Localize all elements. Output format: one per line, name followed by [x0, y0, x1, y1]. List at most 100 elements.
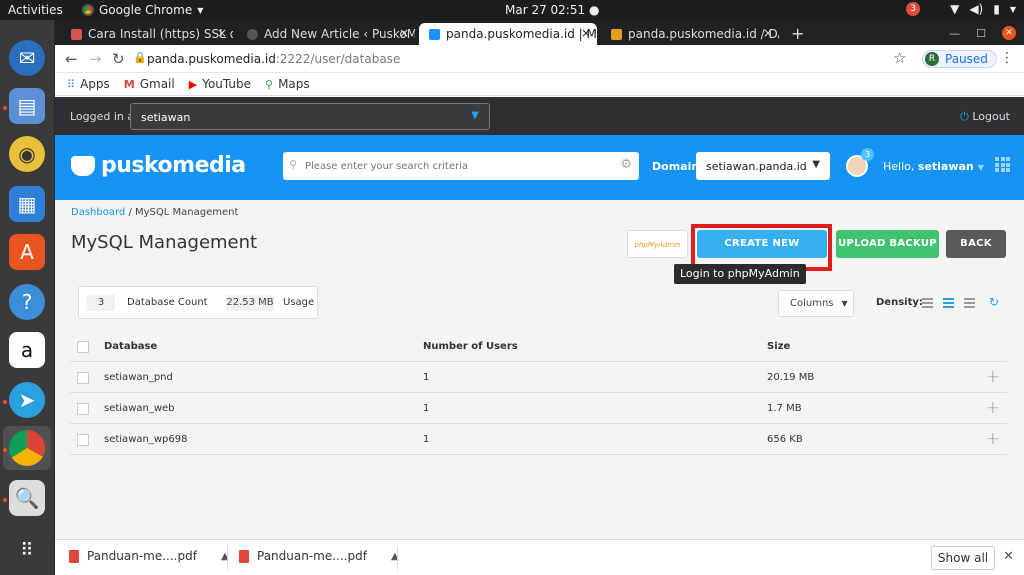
user-menu[interactable]: Hello, setiawan ▼ — [883, 160, 984, 173]
apps-grid-icon[interactable] — [995, 157, 1010, 172]
logout-button[interactable]: ⏻ Logout — [960, 110, 1010, 124]
table-row: setiawan_wp698 1 656 KB + — [70, 424, 1007, 455]
tab-4[interactable]: panda.puskomedia.id / DA × — [601, 23, 779, 45]
chrome-icon — [82, 4, 94, 16]
wifi-icon: ▼ — [950, 2, 960, 16]
web-page: Logged in as setiawan ▼ ⏻ Logout puskome… — [55, 97, 1024, 552]
maximize-icon[interactable]: ☐ — [976, 27, 986, 40]
column-header-users[interactable]: Number of Users — [423, 341, 518, 352]
minimize-icon[interactable]: — — [949, 27, 960, 40]
new-tab-button[interactable]: + — [791, 24, 804, 43]
bookmark-label: Maps — [278, 77, 310, 91]
thunderbird-icon[interactable]: ✉ — [9, 40, 45, 76]
running-indicator — [3, 106, 7, 110]
bookmark-star-icon[interactable]: ☆ — [893, 49, 906, 67]
files-icon[interactable]: ▤ — [9, 88, 45, 124]
downloads-bar: Panduan-me....pdf ▲ Panduan-me....pdf ▲ … — [55, 539, 1024, 575]
tab-title: Add New Article ‹ PuskoM — [264, 27, 415, 41]
reload-icon[interactable]: ↻ — [112, 50, 125, 68]
close-tab-icon[interactable]: × — [581, 26, 591, 40]
maps-icon: ⚲ — [265, 77, 274, 91]
close-tab-icon[interactable]: × — [763, 26, 773, 40]
select-all-checkbox[interactable] — [77, 341, 89, 353]
row-checkbox[interactable] — [77, 434, 89, 446]
back-arrow-icon[interactable]: ← — [65, 50, 78, 68]
bookmark-gmail[interactable]: M Gmail — [124, 77, 175, 91]
user-select[interactable]: setiawan ▼ — [130, 103, 490, 130]
download-item[interactable]: Panduan-me....pdf ▲ — [69, 549, 229, 563]
username: setiawan — [917, 160, 974, 173]
domain-label: Domain — [652, 160, 700, 173]
gear-icon[interactable]: ⚙ — [620, 157, 632, 172]
logout-label: Logout — [972, 110, 1010, 123]
notification-badge[interactable]: 3 — [906, 2, 921, 16]
help-icon[interactable]: ? — [9, 284, 45, 320]
amazon-icon[interactable]: a — [9, 332, 45, 368]
database-name[interactable]: setiawan_wp698 — [104, 434, 187, 445]
bookmark-youtube[interactable]: ▶ YouTube — [189, 77, 251, 91]
back-button[interactable]: BACK — [946, 230, 1006, 258]
database-table: Database Number of Users Size setiawan_p… — [70, 331, 1007, 455]
writer-icon[interactable]: ▦ — [9, 186, 45, 222]
breadcrumb-dashboard-link[interactable]: Dashboard — [71, 207, 125, 218]
logo[interactable]: puskomedia — [71, 153, 246, 178]
bookmark-apps[interactable]: ⠿ Apps — [67, 77, 110, 91]
database-name[interactable]: setiawan_web — [104, 403, 175, 414]
search-input[interactable] — [305, 152, 615, 180]
expand-plus-icon[interactable]: + — [986, 429, 1000, 449]
density-normal-icon[interactable] — [943, 298, 954, 308]
telegram-icon[interactable]: ➤ — [9, 382, 45, 418]
column-header-database[interactable]: Database — [104, 341, 157, 352]
hello-text: Hello, — [883, 160, 915, 173]
tab-3-active[interactable]: panda.puskomedia.id | My × — [419, 23, 597, 45]
download-filename: Panduan-me....pdf — [87, 549, 197, 563]
download-item[interactable]: Panduan-me....pdf ▲ — [239, 549, 399, 563]
clock[interactable]: Mar 27 02:51 ● — [505, 3, 599, 17]
chrome-icon[interactable] — [9, 430, 45, 466]
rhythmbox-icon[interactable]: ◉ — [9, 136, 45, 172]
columns-label: Columns — [790, 298, 834, 309]
row-checkbox[interactable] — [77, 372, 89, 384]
app-menu[interactable]: Google Chrome ▼ — [82, 3, 203, 17]
screenshot-icon[interactable]: 🔍 — [9, 480, 45, 516]
volume-icon: ◀) — [969, 2, 984, 16]
profile-button[interactable]: R Paused — [922, 50, 997, 68]
database-name[interactable]: setiawan_pnd — [104, 372, 173, 383]
table-row: setiawan_web 1 1.7 MB + — [70, 393, 1007, 424]
search-icon: ⚲ — [289, 158, 298, 171]
domain-select[interactable]: setiawan.panda.id ▼ — [696, 152, 830, 180]
close-tab-icon[interactable]: × — [217, 26, 227, 40]
phpmyadmin-button[interactable]: phpMyAdmin — [627, 230, 688, 258]
close-icon[interactable]: ✕ — [1003, 549, 1014, 564]
favicon-icon — [429, 28, 440, 40]
selected-user: setiawan — [141, 111, 191, 124]
row-checkbox[interactable] — [77, 403, 89, 415]
close-tab-icon[interactable]: × — [399, 26, 409, 40]
bookmark-maps[interactable]: ⚲ Maps — [265, 77, 310, 91]
activities-button[interactable]: Activities — [8, 3, 63, 17]
density-compact-icon[interactable] — [922, 298, 933, 308]
system-tray[interactable]: 3 ▼ ◀) ▮ ▼ — [906, 2, 1016, 16]
software-center-icon[interactable]: A — [9, 234, 45, 270]
database-count-label: Database Count — [127, 297, 208, 308]
menu-kebab-icon[interactable]: ⋮ — [1000, 50, 1014, 66]
tab-2[interactable]: Add New Article ‹ PuskoM × — [237, 23, 415, 45]
url-field[interactable]: panda.puskomedia.id:2222/user/database — [147, 52, 400, 66]
column-header-size[interactable]: Size — [767, 341, 790, 352]
columns-button[interactable]: Columns ▼ — [778, 290, 854, 317]
tab-1[interactable]: Cara Install (https) SSL di × — [61, 23, 233, 45]
selected-domain: setiawan.panda.id — [706, 160, 807, 173]
show-applications-icon[interactable]: ⠿ — [9, 532, 45, 568]
density-comfortable-icon[interactable] — [964, 298, 975, 308]
show-all-button[interactable]: Show all — [931, 546, 995, 570]
expand-plus-icon[interactable]: + — [986, 367, 1000, 387]
upload-backup-button[interactable]: UPLOAD BACKUP — [836, 230, 939, 258]
refresh-icon[interactable]: ↻ — [989, 295, 999, 309]
database-count-value: 3 — [87, 295, 115, 311]
notification-badge[interactable]: 3 — [861, 148, 874, 161]
close-window-icon[interactable]: ✕ — [1002, 26, 1016, 40]
forward-arrow-icon[interactable]: → — [89, 50, 102, 68]
apps-grid-icon: ⠿ — [67, 77, 76, 91]
expand-plus-icon[interactable]: + — [986, 398, 1000, 418]
lock-icon[interactable]: 🔒 — [133, 51, 147, 64]
